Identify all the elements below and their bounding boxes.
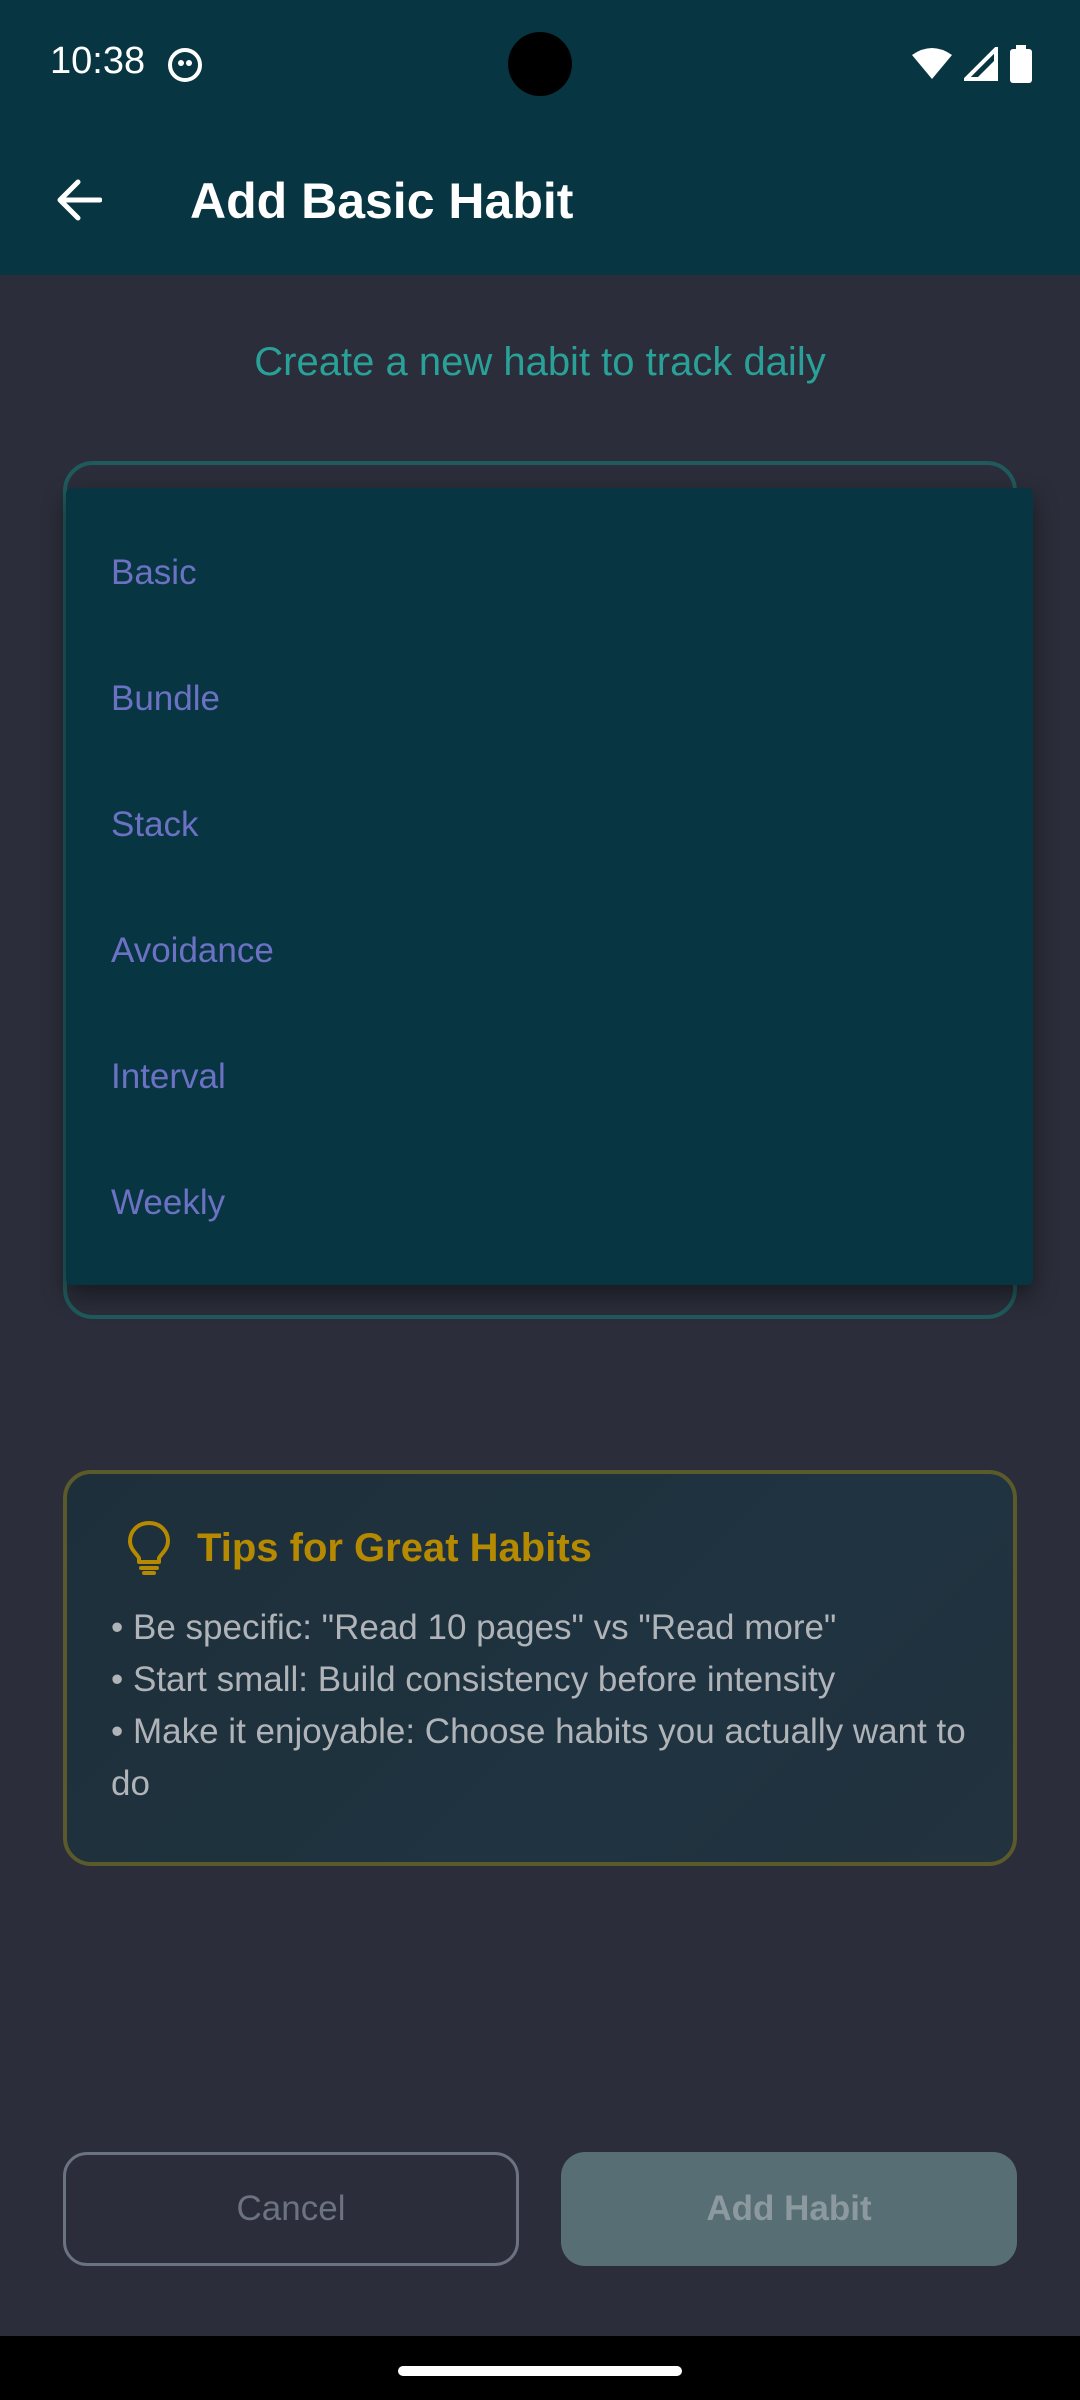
dropdown-item-weekly[interactable]: Weekly bbox=[66, 1140, 1033, 1266]
lightbulb-icon bbox=[121, 1518, 177, 1578]
status-time: 10:38 bbox=[50, 40, 146, 82]
arrow-back-icon bbox=[54, 178, 103, 227]
tip-item: • Start small: Build consistency before … bbox=[111, 1660, 836, 1699]
tips-header: Tips for Great Habits bbox=[111, 1518, 969, 1578]
screen: 10:38 Add Basic Habit Create a new habit… bbox=[0, 0, 1080, 2400]
status-bar: 10:38 bbox=[0, 0, 1080, 130]
dropdown-item-interval[interactable]: Interval bbox=[66, 1014, 1033, 1140]
status-icons bbox=[912, 44, 1032, 84]
habit-type-dropdown-menu: Basic Bundle Stack Avoidance Interval We… bbox=[66, 488, 1033, 1285]
tips-title: Tips for Great Habits bbox=[197, 1525, 592, 1570]
app-notification-icon bbox=[168, 48, 202, 82]
signal-icon bbox=[964, 47, 998, 81]
dropdown-item-stack[interactable]: Stack bbox=[66, 762, 1033, 888]
camera-cutout bbox=[508, 32, 572, 96]
page-subtitle: Create a new habit to track daily bbox=[254, 340, 826, 384]
battery-icon bbox=[1010, 45, 1032, 83]
page-title: Add Basic Habit bbox=[190, 173, 574, 229]
tip-item: • Be specific: "Read 10 pages" vs "Read … bbox=[111, 1608, 837, 1647]
wifi-icon bbox=[912, 47, 952, 81]
tips-card: Tips for Great Habits • Be specific: "Re… bbox=[63, 1470, 1017, 1866]
home-indicator[interactable] bbox=[398, 2366, 682, 2376]
add-habit-button[interactable]: Add Habit bbox=[561, 2152, 1017, 2266]
tips-list: • Be specific: "Read 10 pages" vs "Read … bbox=[111, 1602, 969, 1810]
dropdown-item-avoidance[interactable]: Avoidance bbox=[66, 888, 1033, 1014]
cancel-button[interactable]: Cancel bbox=[63, 2152, 519, 2266]
back-button[interactable] bbox=[38, 162, 118, 242]
app-bar: Add Basic Habit bbox=[0, 130, 1080, 275]
dropdown-item-bundle[interactable]: Bundle bbox=[66, 636, 1033, 762]
tip-item: • Make it enjoyable: Choose habits you a… bbox=[111, 1712, 966, 1803]
dropdown-item-basic[interactable]: Basic bbox=[66, 510, 1033, 636]
